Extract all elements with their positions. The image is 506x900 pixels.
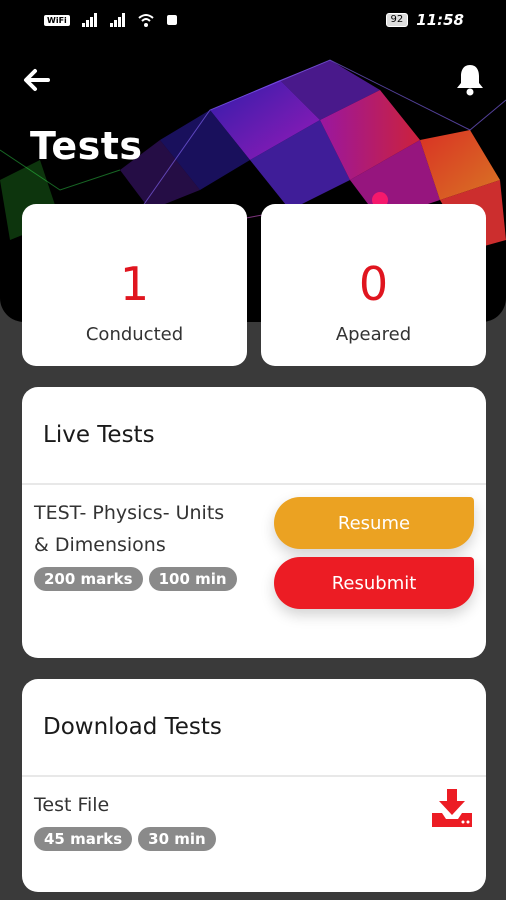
back-button[interactable] <box>20 64 52 96</box>
marks-chip: 45 marks <box>34 827 133 851</box>
wifi-icon <box>138 14 154 27</box>
resume-button[interactable]: Resume <box>274 497 474 549</box>
status-right: 92 11:58 <box>385 11 464 29</box>
live-test-item[interactable]: TEST- Physics- Units & Dimensions 200 ma… <box>22 485 486 656</box>
bell-icon <box>457 65 483 96</box>
download-tests-card: Download Tests Test File 45 marks 30 min <box>22 679 486 892</box>
download-icon <box>432 789 472 827</box>
page-title: Tests <box>30 124 143 168</box>
test-meta-chips: 200 marks 100 min <box>34 567 243 591</box>
notification-status-icon <box>166 15 177 25</box>
test-name-line2: & Dimensions <box>34 534 166 556</box>
appeared-card: 0 Apeared <box>261 204 486 366</box>
download-button[interactable] <box>430 787 474 829</box>
appeared-label: Apeared <box>335 324 412 345</box>
clock: 11:58 <box>416 11 464 29</box>
marks-chip: 200 marks <box>34 567 143 591</box>
duration-chip: 100 min <box>148 567 237 591</box>
download-meta-chips: 45 marks 30 min <box>34 827 222 851</box>
appeared-count: 0 <box>358 257 389 311</box>
download-test-name: Test File <box>34 794 110 816</box>
notifications-button[interactable] <box>454 62 486 96</box>
live-tests-card: Live Tests TEST- Physics- Units & Dimens… <box>22 387 486 658</box>
signal-icon <box>81 13 97 27</box>
wifi-calling-badge: WiFi <box>44 14 70 26</box>
conducted-card: 1 Conducted <box>22 204 247 366</box>
arrow-left-icon <box>24 69 50 91</box>
download-test-item[interactable]: Test File 45 marks 30 min <box>22 777 486 890</box>
duration-chip: 30 min <box>138 827 216 851</box>
battery-indicator: 92 <box>385 13 409 27</box>
status-left: WiFi <box>44 13 178 27</box>
download-tests-title: Download Tests <box>22 679 486 777</box>
live-tests-title: Live Tests <box>22 387 486 485</box>
resubmit-button[interactable]: Resubmit <box>274 557 474 609</box>
signal-icon-2 <box>109 13 125 27</box>
test-name-line1: TEST- Physics- Units <box>34 502 225 524</box>
conducted-label: Conducted <box>85 324 184 345</box>
conducted-count: 1 <box>119 257 150 311</box>
status-bar: WiFi 92 11:58 <box>0 0 506 40</box>
